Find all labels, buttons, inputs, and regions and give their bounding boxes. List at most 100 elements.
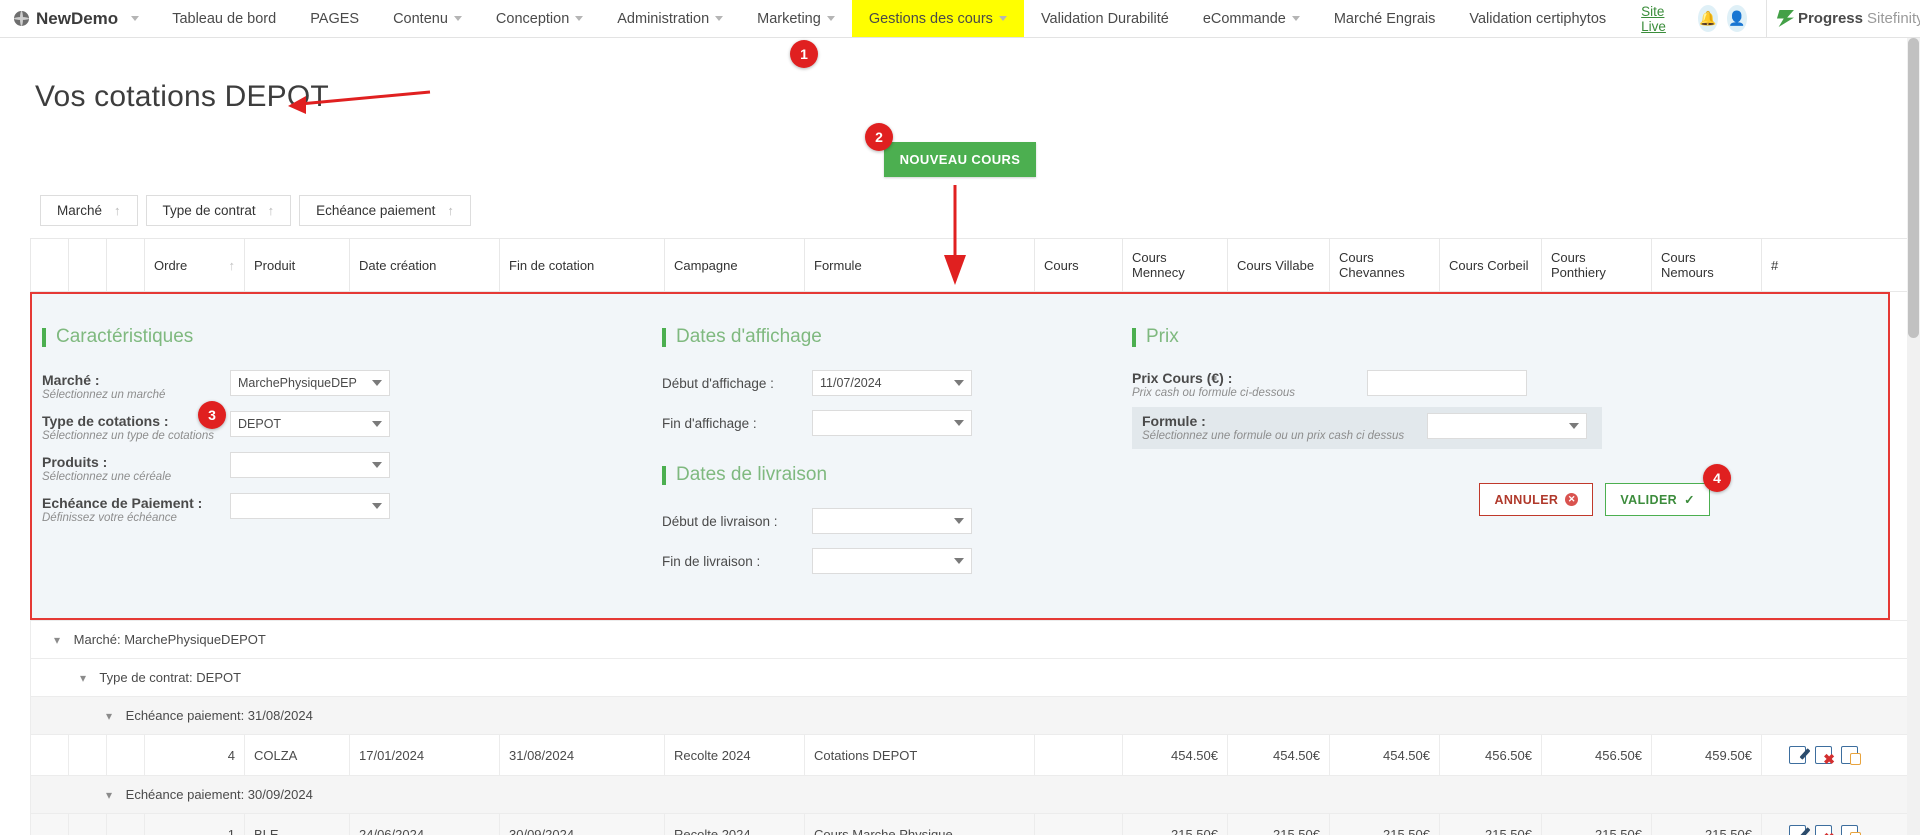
formule-select[interactable]: [1427, 413, 1587, 439]
cell-spacer: [107, 735, 145, 776]
produits-select[interactable]: [230, 452, 390, 478]
cell-cours-chevannes: 454.50€: [1330, 735, 1440, 776]
group-row-marche[interactable]: ▾ Marché: MarchePhysiqueDEPOT: [31, 621, 1912, 659]
nav-item-contenu[interactable]: Contenu: [376, 0, 479, 37]
th-cours-nemours[interactable]: Cours Nemours: [1652, 239, 1762, 292]
delete-icon[interactable]: ✖: [1815, 825, 1832, 835]
nav-item-ecommande[interactable]: eCommande: [1186, 0, 1317, 37]
group-row-type-de-contrat[interactable]: ▾ Type de contrat: DEPOT: [31, 659, 1912, 697]
valider-button[interactable]: VALIDER ✓: [1605, 483, 1710, 516]
th-cours-ponthiery[interactable]: Cours Ponthiery: [1542, 239, 1652, 292]
nav-item-marketing[interactable]: Marketing: [740, 0, 852, 37]
marche-select[interactable]: MarchePhysiqueDEP: [230, 370, 390, 396]
cell-cours-ponthiery: 456.50€: [1542, 735, 1652, 776]
nouveau-cours-button[interactable]: NOUVEAU COURS: [884, 142, 1037, 177]
prix-cours-input[interactable]: [1367, 370, 1527, 396]
th-cours-mennecy[interactable]: Cours Mennecy: [1123, 239, 1228, 292]
debut-affichage-datepicker[interactable]: 11/07/2024: [812, 370, 972, 396]
delete-icon[interactable]: ✖: [1815, 746, 1832, 764]
field-hint: Sélectionnez un type de cotations: [42, 430, 230, 442]
nav-label: Marché Engrais: [1334, 11, 1436, 27]
cell-cours-nemours: 215.50€: [1652, 814, 1762, 835]
table-body: ▾ Marché: MarchePhysiqueDEPOT ▾ Type de …: [31, 621, 1912, 835]
chevron-down-icon[interactable]: ▾: [106, 788, 112, 802]
cancel-x-icon: ✕: [1565, 493, 1578, 506]
cell-cours: [1035, 735, 1123, 776]
th-cours-villabe[interactable]: Cours Villabe: [1228, 239, 1330, 292]
nav-item-administration[interactable]: Administration: [600, 0, 740, 37]
th-fin-de-cotation[interactable]: Fin de cotation: [500, 239, 665, 292]
table-head: Ordre ↑ Produit Date création Fin de cot…: [31, 239, 1912, 292]
filter-chip-echeance-paiement[interactable]: Echéance paiement ↑: [299, 195, 471, 226]
th-cours-corbeil[interactable]: Cours Corbeil: [1440, 239, 1542, 292]
section-title: Caractéristiques: [56, 326, 193, 348]
nav-item-validation-durabilite[interactable]: Validation Durabilité: [1024, 0, 1186, 37]
edit-icon[interactable]: [1789, 825, 1806, 835]
page-container: Vos cotations DEPOT NOUVEAU COURS Marché…: [0, 80, 1920, 835]
nav-item-validation-certiphytos[interactable]: Validation certiphytos: [1452, 0, 1623, 37]
scrollbar-thumb[interactable]: [1908, 38, 1919, 338]
new-cours-button-container: NOUVEAU COURS: [30, 142, 1890, 177]
table-header-row: Ordre ↑ Produit Date création Fin de cot…: [31, 239, 1912, 292]
cell-fin-cotation: 31/08/2024: [500, 735, 665, 776]
logo-sitefinity-text: Sitefinity: [1867, 10, 1920, 27]
cell-spacer: [69, 814, 107, 835]
cell-actions: ✖: [1762, 735, 1912, 776]
table-row[interactable]: 4 COLZA 17/01/2024 31/08/2024 Recolte 20…: [31, 735, 1912, 776]
field-row-produits: Produits : Sélectionnez une céréale: [42, 452, 642, 483]
table-row[interactable]: 1 BLE 24/06/2024 30/09/2024 Recolte 2024…: [31, 814, 1912, 835]
section-title: Dates de livraison: [676, 464, 827, 486]
th-date-creation[interactable]: Date création: [350, 239, 500, 292]
fin-affichage-datepicker[interactable]: [812, 410, 972, 436]
nav-item-marche-engrais[interactable]: Marché Engrais: [1317, 0, 1453, 37]
user-avatar-icon[interactable]: 👤: [1727, 5, 1747, 32]
th-produit[interactable]: Produit: [245, 239, 350, 292]
filter-chip-type-de-contrat[interactable]: Type de contrat ↑: [146, 195, 292, 226]
nav-label: Contenu: [393, 11, 448, 27]
cell-date-creation: 24/06/2024: [350, 814, 500, 835]
chevron-down-icon[interactable]: ▾: [54, 633, 60, 647]
field-label-block: Produits : Sélectionnez une céréale: [42, 452, 230, 483]
chevron-down-icon[interactable]: ▾: [80, 671, 86, 685]
cell-spacer: [69, 735, 107, 776]
chevron-down-icon: [715, 16, 723, 21]
section-accent-bar: [42, 328, 46, 347]
notifications-bell-icon[interactable]: 🔔: [1698, 5, 1718, 32]
brand-menu[interactable]: NewDemo: [0, 0, 155, 37]
th-spacer-2: [69, 239, 107, 292]
cell-cours-ponthiery: 215.50€: [1542, 814, 1652, 835]
th-cours-chevannes[interactable]: Cours Chevannes: [1330, 239, 1440, 292]
page-scrollbar[interactable]: [1907, 38, 1920, 835]
fin-livraison-datepicker[interactable]: [812, 548, 972, 574]
edit-icon[interactable]: [1789, 746, 1806, 764]
group-row-echeance-paiement-1[interactable]: ▾ Echéance paiement: 31/08/2024: [31, 697, 1912, 735]
chevron-down-icon: [1292, 16, 1300, 21]
cell-cours-villabe: 454.50€: [1228, 735, 1330, 776]
nav-label: Conception: [496, 11, 569, 27]
th-cours[interactable]: Cours: [1035, 239, 1123, 292]
th-campagne[interactable]: Campagne: [665, 239, 805, 292]
echeance-paiement-select[interactable]: [230, 493, 390, 519]
button-label: VALIDER: [1620, 493, 1677, 507]
nav-item-tableau-de-bord[interactable]: Tableau de bord: [155, 0, 293, 37]
type-de-cotations-select[interactable]: DEPOT: [230, 411, 390, 437]
debut-livraison-datepicker[interactable]: [812, 508, 972, 534]
duplicate-icon[interactable]: [1841, 746, 1858, 764]
th-formule[interactable]: Formule: [805, 239, 1035, 292]
site-live-link[interactable]: Site Live: [1623, 4, 1698, 34]
group-row-echeance-paiement-2[interactable]: ▾ Echéance paiement: 30/09/2024: [31, 776, 1912, 814]
caracteristiques-title-row: Caractéristiques: [42, 326, 642, 348]
field-label-block: Echéance de Paiement : Définissez votre …: [42, 493, 230, 524]
cell-actions: ✖: [1762, 814, 1912, 835]
chevron-down-icon[interactable]: ▾: [106, 709, 112, 723]
nav-item-conception[interactable]: Conception: [479, 0, 600, 37]
th-ordre[interactable]: Ordre ↑: [145, 239, 245, 292]
filter-chip-marche[interactable]: Marché ↑: [40, 195, 138, 226]
annuler-button[interactable]: ANNULER ✕: [1479, 483, 1593, 516]
nav-item-gestions-des-cours[interactable]: Gestions des cours: [852, 0, 1024, 37]
nav-item-pages[interactable]: PAGES: [293, 0, 376, 37]
nav-label: Marketing: [757, 11, 821, 27]
caracteristiques-section: Caractéristiques Marché : Sélectionnez u…: [32, 320, 652, 588]
group-cell: ▾ Echéance paiement: 30/09/2024: [31, 776, 1912, 814]
duplicate-icon[interactable]: [1841, 825, 1858, 835]
